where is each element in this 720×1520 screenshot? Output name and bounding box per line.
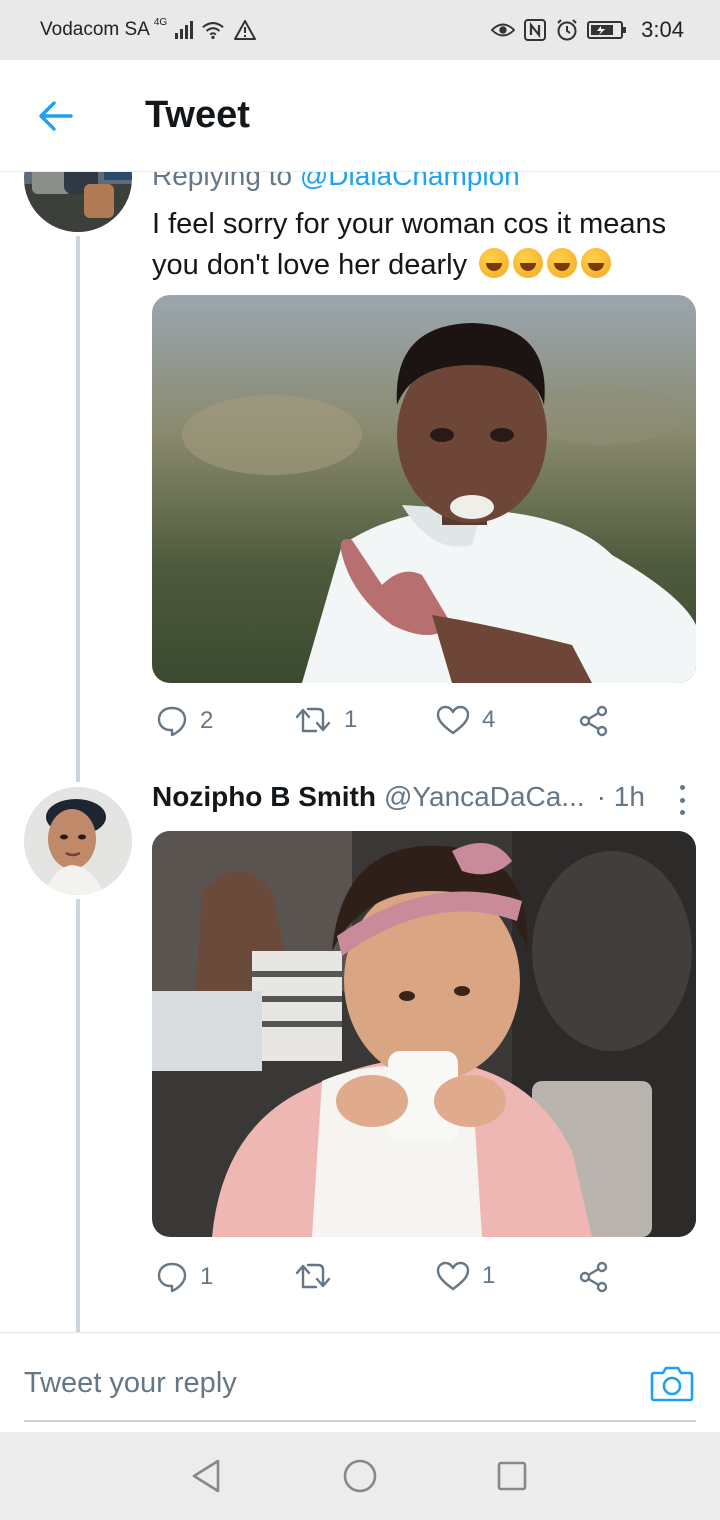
reply-button[interactable]: 2 — [156, 705, 213, 737]
avatar-image — [24, 787, 132, 895]
tweet-actions: 2 1 4 — [156, 705, 656, 745]
reply-count: 1 — [200, 1263, 214, 1290]
status-bar: Vodacom SA 4G 3:04 — [0, 0, 720, 60]
laughing-emoji-icon — [513, 248, 544, 278]
photo-man-gesturing — [152, 295, 696, 683]
home-circle-icon — [343, 1459, 377, 1493]
tweet-actions: 1 1 — [156, 1261, 656, 1301]
thread-line — [76, 236, 80, 782]
tweet-time: · 1h — [596, 781, 645, 812]
retweet-icon — [295, 1263, 331, 1289]
camera-button[interactable] — [650, 1363, 694, 1403]
camera-icon — [650, 1366, 694, 1402]
nav-recents-button[interactable] — [490, 1454, 534, 1498]
share-icon — [579, 705, 608, 737]
like-count: 1 — [482, 1262, 496, 1289]
author-handle[interactable]: @YancaDaCa... — [384, 781, 585, 813]
carrier-name: Vodacom SA — [40, 19, 150, 40]
replying-to: Replying to @DialaChampion — [152, 172, 520, 192]
more-options-icon[interactable] — [674, 785, 690, 815]
status-time: 3:04 — [641, 17, 684, 42]
network-type: 4G — [153, 16, 168, 28]
like-button[interactable]: 4 — [436, 705, 495, 735]
nav-back-button[interactable] — [184, 1454, 228, 1498]
reply-input[interactable] — [24, 1353, 664, 1413]
retweet-button[interactable]: 1 — [294, 705, 357, 735]
laughing-emoji-icon — [547, 248, 578, 278]
signal-icon — [175, 21, 194, 39]
replying-to-label: Replying to — [152, 172, 293, 191]
wifi-icon — [201, 18, 225, 42]
tweet-author-row: Nozipho B Smith @YancaDaCa... · 1h — [152, 781, 702, 815]
avatar[interactable] — [24, 172, 132, 232]
status-right: 3:04 — [491, 17, 684, 43]
nav-home-button[interactable] — [338, 1454, 382, 1498]
back-arrow-icon — [39, 101, 73, 131]
like-button[interactable]: 1 — [436, 1261, 495, 1291]
back-button[interactable] — [34, 94, 78, 138]
author-name[interactable]: Nozipho B Smith — [152, 781, 376, 813]
thread-line — [76, 899, 80, 1332]
laughing-emoji-icon — [479, 248, 510, 278]
system-nav-bar — [0, 1432, 720, 1520]
tweet-thread: Replying to @DialaChampion I feel sorry … — [0, 172, 720, 1332]
heart-icon — [436, 1261, 470, 1291]
retweet-icon — [295, 707, 331, 733]
like-count: 4 — [482, 706, 496, 733]
retweet-count: 1 — [344, 706, 358, 733]
share-icon — [579, 1261, 608, 1293]
avatar-image — [24, 172, 132, 232]
photo-child-drinking — [152, 831, 696, 1237]
retweet-button[interactable] — [294, 1261, 344, 1291]
reply-count: 2 — [200, 707, 214, 734]
eye-icon — [491, 18, 516, 42]
nfc-icon — [523, 18, 547, 42]
tweet-text: I feel sorry for your woman cos it means… — [152, 204, 702, 286]
recents-square-icon — [497, 1461, 527, 1491]
battery-icon — [587, 18, 627, 42]
status-left: Vodacom SA 4G — [40, 16, 257, 42]
reply-button[interactable]: 1 — [156, 1261, 213, 1293]
reply-bar — [0, 1332, 720, 1432]
reply-icon — [157, 1262, 187, 1293]
share-button[interactable] — [578, 1261, 610, 1293]
warning-icon — [233, 18, 257, 42]
page-title: Tweet — [145, 94, 250, 136]
app-header: Tweet — [0, 60, 720, 172]
back-triangle-icon — [192, 1459, 220, 1493]
reply-icon — [157, 706, 187, 737]
replying-to-handle[interactable]: @DialaChampion — [300, 172, 520, 191]
reply-underline — [24, 1420, 696, 1422]
heart-icon — [436, 705, 470, 735]
share-button[interactable] — [578, 705, 610, 737]
laughing-emoji-icon — [581, 248, 612, 278]
tweet-photo[interactable] — [152, 295, 696, 683]
tweet-photo[interactable] — [152, 831, 696, 1237]
avatar[interactable] — [24, 787, 132, 895]
alarm-icon — [555, 18, 579, 42]
